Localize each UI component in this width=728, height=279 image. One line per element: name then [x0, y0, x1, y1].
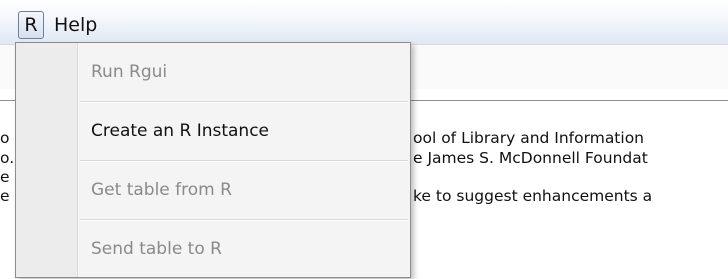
menu-help[interactable]: Help: [54, 11, 97, 39]
document-text-fragment: o.: [0, 149, 15, 167]
menu-r[interactable]: R: [18, 11, 44, 39]
document-text-fragment: e: [0, 168, 10, 186]
document-text-fragment: e: [0, 187, 10, 205]
menu-item-send-table-to-r[interactable]: Send table to R: [16, 220, 410, 278]
menu-bar: R Help: [0, 0, 728, 44]
document-text-line: ke to suggest enhancements a: [413, 187, 653, 205]
document-text-line: e James S. McDonnell Foundat: [413, 149, 648, 167]
menu-item-run-rgui[interactable]: Run Rgui: [16, 43, 410, 101]
r-dropdown-menu: Run Rgui Create an R Instance Get table …: [15, 42, 411, 278]
menu-item-get-table-from-r[interactable]: Get table from R: [16, 161, 410, 219]
menu-item-create-r-instance[interactable]: Create an R Instance: [16, 102, 410, 160]
document-text-fragment: o: [0, 129, 10, 147]
document-text-line: ool of Library and Information: [413, 129, 645, 147]
